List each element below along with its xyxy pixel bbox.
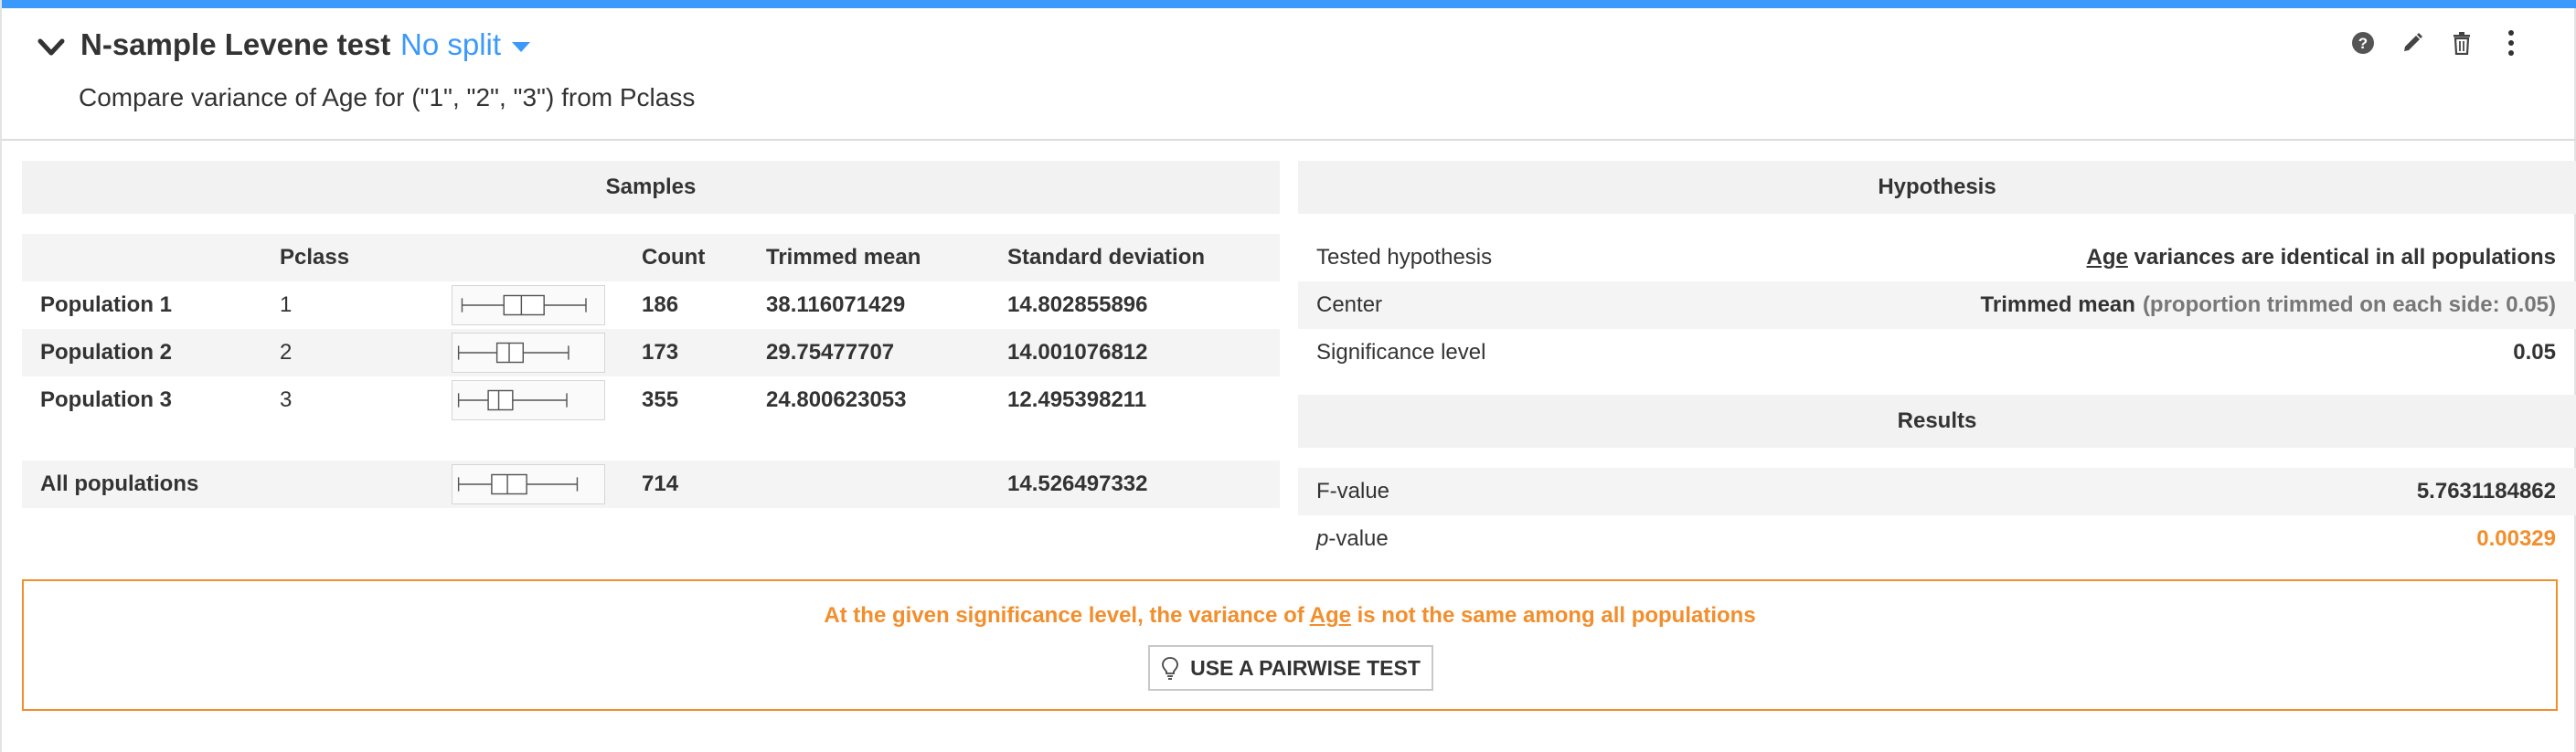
population-label: Population 1 xyxy=(40,292,172,317)
population-label: Population 2 xyxy=(40,340,172,365)
boxplot xyxy=(452,333,605,373)
p-value: 0.00329 xyxy=(2476,526,2556,551)
conclusion-box: At the given significance level, the var… xyxy=(22,579,2558,711)
count-value: 355 xyxy=(642,387,679,412)
card-actions: ? xyxy=(2351,29,2523,57)
trash-icon[interactable] xyxy=(2450,29,2474,57)
card-subtitle: Compare variance of Age for ("1", "2", "… xyxy=(79,83,696,111)
hypothesis-section-header: Hypothesis xyxy=(1298,161,2576,214)
conclusion-text-after: is not the same among all populations xyxy=(1357,603,1756,628)
trimmed-mean-value: 24.800623053 xyxy=(766,387,907,412)
significance-value: 0.05 xyxy=(2513,340,2556,365)
help-icon[interactable]: ? xyxy=(2351,29,2375,57)
pclass-value: 2 xyxy=(280,340,293,365)
use-pairwise-test-button[interactable]: USE A PAIRWISE TEST xyxy=(1148,645,1433,691)
p-value-row: p -value 0.00329 xyxy=(1298,515,2576,563)
col-header-pclass: Pclass xyxy=(280,245,350,270)
svg-text:?: ? xyxy=(2358,35,2368,52)
caret-down-icon xyxy=(512,41,531,52)
pclass-value: 3 xyxy=(280,387,293,412)
center-label: Center xyxy=(1316,292,1383,317)
tested-hypothesis-text: variances are identical in all populatio… xyxy=(2134,245,2556,270)
split-dropdown[interactable]: No split xyxy=(400,27,531,62)
conclusion-message: At the given significance level, the var… xyxy=(24,603,2556,629)
table-row-all-populations: All populations 714 14.526497332 xyxy=(22,461,1280,508)
conclusion-variable: Age xyxy=(1309,603,1351,628)
col-header-std-dev: Standard deviation xyxy=(1007,245,1206,270)
p-value-label: p -value xyxy=(1316,515,1389,563)
lightbulb-icon xyxy=(1162,657,1179,680)
population-label: Population 3 xyxy=(40,387,172,412)
results-section-header: Results xyxy=(1298,395,2576,448)
edit-icon[interactable] xyxy=(2400,29,2424,57)
population-label: All populations xyxy=(40,471,199,496)
tested-hypothesis-row: Tested hypothesis Age variances are iden… xyxy=(1298,234,2576,281)
table-row: Population 2 2 173 29.75477707 14.001076… xyxy=(22,329,1280,376)
boxplot xyxy=(452,464,605,504)
header-divider xyxy=(2,139,2576,141)
boxplot xyxy=(452,380,605,420)
p-value-label-rest: -value xyxy=(1328,526,1389,551)
tested-variable: Age xyxy=(2086,245,2128,270)
levene-test-card: N-sample Levene test No split Compare va… xyxy=(0,0,2576,752)
table-row: Population 1 1 186 38.116071429 14.80285… xyxy=(22,281,1280,329)
conclusion-text-before: At the given significance level, the var… xyxy=(824,603,1304,628)
std-dev-value: 14.526497332 xyxy=(1007,471,1148,496)
std-dev-value: 12.495398211 xyxy=(1007,387,1147,412)
center-value: Trimmed mean (proportion trimmed on each… xyxy=(1981,281,2556,329)
f-value-label: F-value xyxy=(1316,479,1390,503)
center-method: Trimmed mean xyxy=(1980,292,2135,317)
center-note: (proportion trimmed on each side: 0.05) xyxy=(2142,292,2556,317)
table-row: Population 3 3 355 24.800623053 12.49539… xyxy=(22,376,1280,424)
samples-header-row: Pclass Count Trimmed mean Standard devia… xyxy=(22,234,1280,281)
center-row: Center Trimmed mean (proportion trimmed … xyxy=(1298,281,2576,329)
significance-row: Significance level 0.05 xyxy=(1298,329,2576,376)
tested-hypothesis-label: Tested hypothesis xyxy=(1316,245,1493,270)
std-dev-value: 14.802855896 xyxy=(1007,292,1148,317)
p-value-label-italic: p xyxy=(1316,526,1329,551)
trimmed-mean-value: 29.75477707 xyxy=(766,340,895,365)
card-title: N-sample Levene test xyxy=(80,27,391,61)
card-top-accent-bar xyxy=(2,0,2576,8)
count-value: 173 xyxy=(642,340,679,365)
significance-label: Significance level xyxy=(1316,340,1486,365)
count-value: 714 xyxy=(642,471,679,496)
f-value-row: F-value 5.7631184862 xyxy=(1298,468,2576,515)
chevron-down-icon[interactable] xyxy=(37,33,66,62)
more-icon[interactable] xyxy=(2499,29,2523,57)
count-value: 186 xyxy=(642,292,679,317)
col-header-count: Count xyxy=(642,245,706,270)
samples-section-header: Samples xyxy=(22,161,1280,214)
pclass-value: 1 xyxy=(280,292,293,317)
boxplot xyxy=(452,285,605,325)
f-value: 5.7631184862 xyxy=(2416,479,2556,503)
std-dev-value: 14.001076812 xyxy=(1007,340,1148,365)
tested-hypothesis-value: Age variances are identical in all popul… xyxy=(2087,234,2557,281)
trimmed-mean-value: 38.116071429 xyxy=(766,292,906,317)
split-label: No split xyxy=(400,27,502,61)
pairwise-button-label: USE A PAIRWISE TEST xyxy=(1190,655,1421,680)
col-header-trimmed-mean: Trimmed mean xyxy=(766,245,921,270)
